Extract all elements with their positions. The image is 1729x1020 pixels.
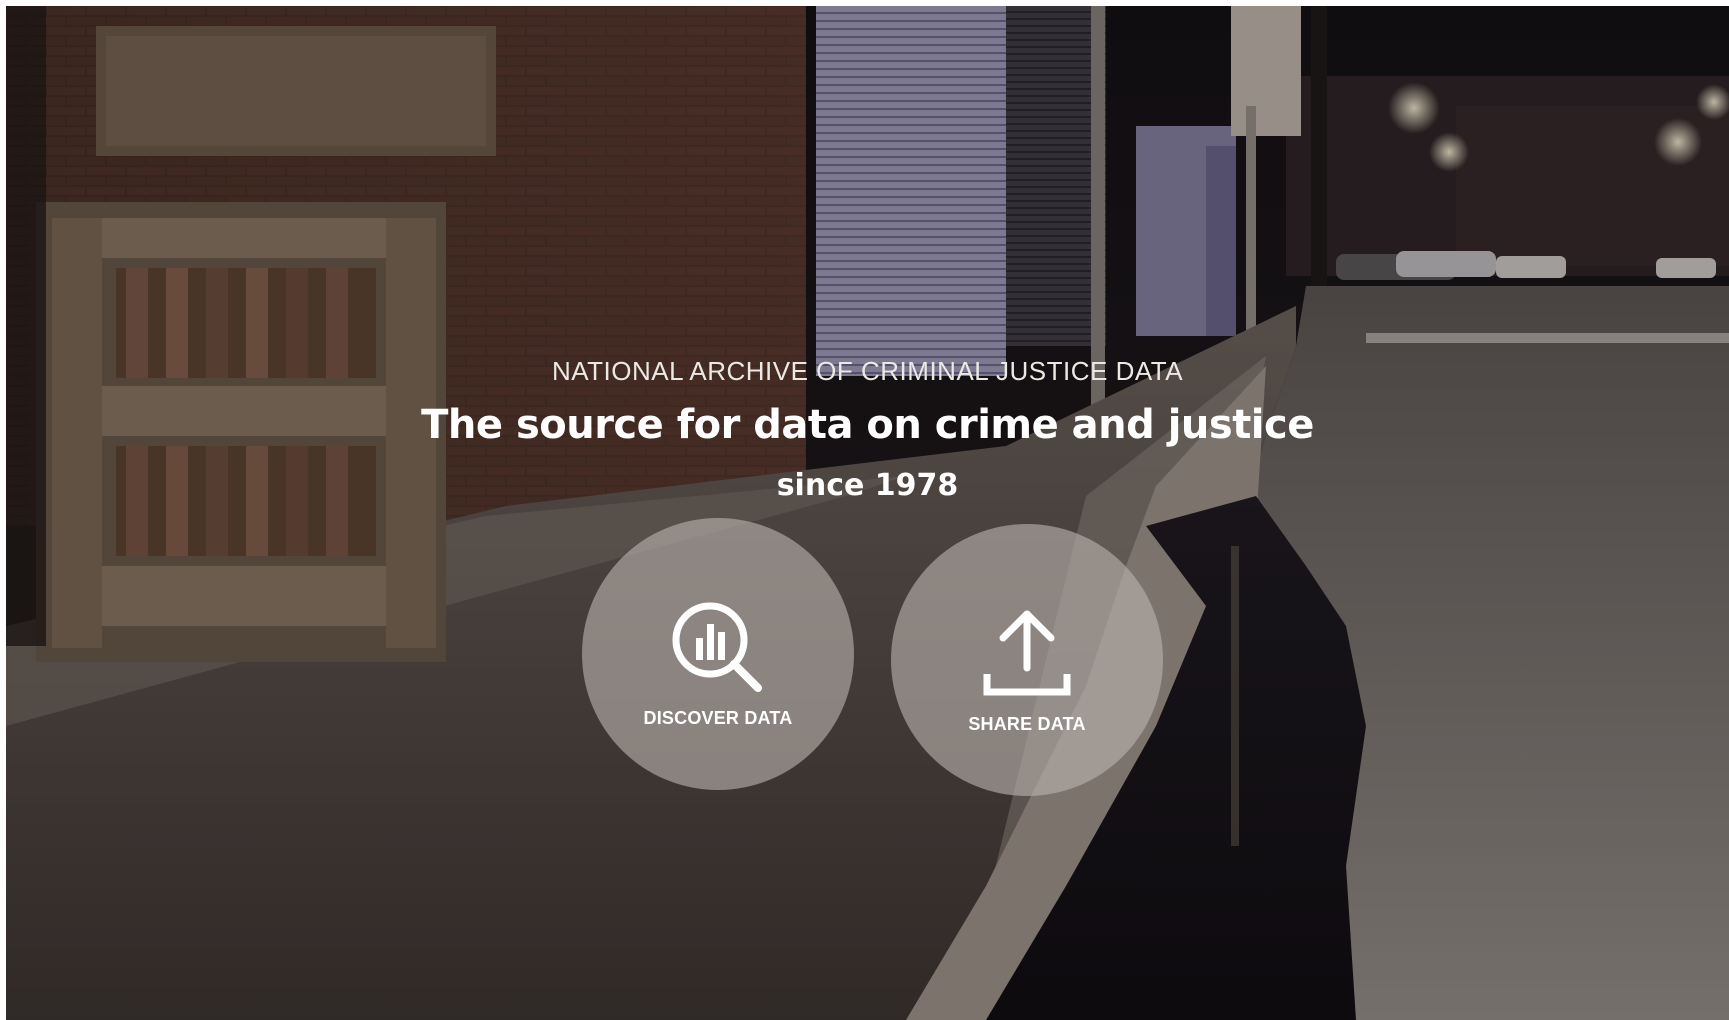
hero-content: NATIONAL ARCHIVE OF CRIMINAL JUSTICE DAT…	[6, 6, 1729, 1020]
share-data-label: SHARE DATA	[968, 714, 1086, 734]
upload-icon	[983, 610, 1071, 696]
site-name-eyebrow: NATIONAL ARCHIVE OF CRIMINAL JUSTICE DAT…	[551, 356, 1184, 386]
search-chart-icon	[672, 602, 762, 692]
discover-data-label: DISCOVER DATA	[643, 708, 793, 728]
hero-section: NATIONAL ARCHIVE OF CRIMINAL JUSTICE DAT…	[6, 6, 1729, 1020]
page-frame: NATIONAL ARCHIVE OF CRIMINAL JUSTICE DAT…	[6, 6, 1729, 1020]
hero-since-text: since 1978	[776, 468, 959, 503]
hero-headline: The source for data on crime and justice	[421, 402, 1314, 448]
discover-data-button[interactable]: DISCOVER DATA	[582, 518, 854, 790]
share-data-button[interactable]: SHARE DATA	[891, 524, 1163, 796]
